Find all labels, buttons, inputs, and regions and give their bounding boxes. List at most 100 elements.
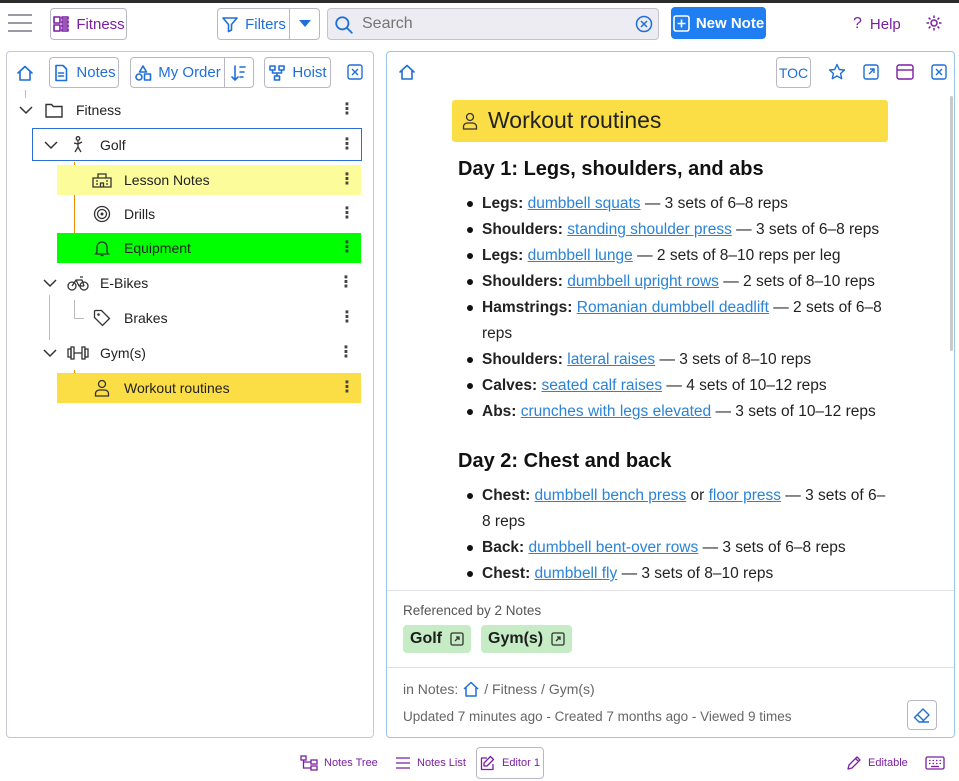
reference-chip-label: Gym(s) — [488, 630, 544, 647]
list-item: Chest: dumbbell bench press or floor pre… — [458, 483, 888, 535]
search-box[interactable] — [327, 8, 659, 40]
chevron-down-icon[interactable] — [44, 140, 58, 150]
exercise-link[interactable]: dumbbell fly — [535, 565, 618, 582]
tree-item-gyms[interactable]: Gym(s) ⋮ — [32, 338, 362, 368]
workspace-button[interactable]: Fitness — [50, 8, 127, 40]
document-icon — [55, 64, 68, 81]
hoist-button[interactable]: Hoist — [264, 57, 331, 88]
filters-label: Filters — [245, 15, 286, 33]
shapes-icon — [135, 64, 152, 81]
exercise-category: Chest: — [482, 487, 531, 504]
editor-scrollbar[interactable] — [950, 96, 953, 351]
more-options-icon[interactable]: ⋮ — [339, 240, 355, 256]
exercise-link[interactable]: Romanian dumbbell deadlift — [577, 299, 769, 316]
exercise-detail: — 3 sets of 6–8 reps — [640, 195, 788, 212]
notes-list-button[interactable]: Notes List — [395, 753, 466, 773]
list-item: Back: dumbbell bent-over rows — 3 sets o… — [458, 535, 888, 561]
more-options-icon[interactable]: ⋮ — [339, 380, 355, 396]
new-note-button[interactable]: New Note — [671, 7, 766, 39]
search-icon — [335, 16, 353, 34]
funnel-icon — [222, 17, 238, 33]
chevron-down-icon[interactable] — [19, 105, 33, 115]
list-item: Legs: dumbbell squats — 3 sets of 6–8 re… — [458, 191, 888, 217]
tree-item-ebikes[interactable]: E-Bikes ⋮ — [32, 268, 362, 298]
exercise-detail: — 4 sets of 10–12 reps — [662, 377, 827, 394]
exercise-category: Legs: — [482, 247, 524, 264]
close-panel-icon[interactable] — [931, 64, 947, 80]
notes-button[interactable]: Notes — [49, 57, 119, 88]
gear-icon[interactable] — [925, 14, 943, 32]
exercise-category: Abs: — [482, 403, 517, 420]
tree-item-workout-routines[interactable]: Workout routines ⋮ — [57, 373, 361, 403]
open-external-icon — [450, 632, 464, 646]
clear-search-icon[interactable] — [635, 15, 653, 33]
star-icon[interactable] — [828, 63, 846, 81]
split-view-icon[interactable] — [896, 64, 914, 80]
more-options-icon[interactable]: ⋮ — [339, 172, 355, 188]
tree-item-equipment[interactable]: Equipment ⋮ — [57, 233, 361, 263]
hamburger-menu-icon[interactable] — [8, 12, 32, 34]
home-icon[interactable] — [462, 680, 480, 698]
filters-dropdown-button[interactable] — [289, 8, 320, 40]
edit-document-icon — [480, 755, 495, 771]
tree-item-fitness[interactable]: Fitness ⋮ — [8, 95, 362, 125]
notes-label: Notes — [76, 64, 116, 81]
editor-tab-button[interactable]: Editor 1 — [476, 747, 544, 779]
home-icon[interactable] — [398, 63, 416, 81]
more-options-icon[interactable]: ⋮ — [339, 137, 355, 153]
exercise-link[interactable]: dumbbell bent-over rows — [529, 539, 699, 556]
filters-button[interactable]: Filters — [217, 8, 290, 40]
exercise-category: Chest: — [482, 565, 531, 582]
path-prefix: in Notes: — [403, 681, 459, 697]
more-options-icon[interactable]: ⋮ — [339, 102, 355, 118]
tree-item-lesson-notes[interactable]: Lesson Notes ⋮ — [57, 165, 361, 195]
tree-home-button[interactable] — [10, 57, 40, 88]
bell-icon — [94, 241, 110, 257]
question-mark-icon: ? — [853, 15, 862, 32]
chevron-down-icon[interactable] — [43, 278, 57, 288]
more-options-icon[interactable]: ⋮ — [338, 345, 354, 361]
exercise-detail: — 2 sets of 8–10 reps per leg — [632, 247, 841, 264]
order-button[interactable]: My Order — [130, 57, 225, 88]
exercise-link[interactable]: crunches with legs elevated — [521, 403, 711, 420]
open-external-icon — [551, 632, 565, 646]
keyboard-icon[interactable] — [925, 756, 945, 770]
more-options-icon[interactable]: ⋮ — [339, 206, 355, 222]
chevron-down-icon[interactable] — [43, 348, 57, 358]
exercise-link[interactable]: dumbbell lunge — [528, 247, 633, 264]
more-options-icon[interactable]: ⋮ — [338, 275, 354, 291]
exercise-link[interactable]: dumbbell bench press — [535, 487, 687, 504]
tree-item-brakes[interactable]: Brakes ⋮ — [57, 303, 361, 333]
sort-direction-button[interactable] — [224, 57, 254, 88]
note-title[interactable]: Workout routines — [452, 100, 888, 142]
folder-icon — [45, 103, 63, 118]
plus-square-icon — [673, 14, 690, 32]
exercise-link[interactable]: dumbbell squats — [528, 195, 641, 212]
exercise-detail: — 3 sets of 10–12 reps — [711, 403, 876, 420]
exercise-link[interactable]: dumbbell upright rows — [567, 273, 719, 290]
toc-button[interactable]: TOC — [776, 57, 811, 88]
section-divider — [387, 667, 954, 668]
tree-item-drills[interactable]: Drills ⋮ — [57, 199, 361, 229]
notes-tree-button[interactable]: Notes Tree — [300, 753, 378, 773]
note-path: in Notes: / Fitness / Gym(s) — [403, 680, 595, 698]
exercise-link[interactable]: standing shoulder press — [567, 221, 732, 238]
more-options-icon[interactable]: ⋮ — [339, 310, 355, 326]
reference-chip-gyms[interactable]: Gym(s) — [481, 625, 573, 653]
reference-chip-golf[interactable]: Golf — [403, 625, 471, 653]
path-breadcrumb[interactable]: / Fitness / Gym(s) — [484, 681, 594, 697]
open-external-icon[interactable] — [863, 64, 879, 80]
tree-item-label: Golf — [100, 137, 126, 153]
tree-item-golf[interactable]: Golf ⋮ — [32, 128, 362, 161]
editable-toggle[interactable]: Editable — [846, 753, 908, 773]
exercise-link[interactable]: lateral raises — [567, 351, 655, 368]
exercise-link[interactable]: seated calf raises — [541, 377, 662, 394]
hoist-label: Hoist — [292, 64, 327, 81]
help-button[interactable]: ? Help — [853, 13, 901, 35]
references-section: Referenced by 2 Notes Golf Gym(s) in Not… — [387, 590, 954, 737]
search-input[interactable] — [362, 13, 622, 35]
exercise-link[interactable]: floor press — [709, 487, 781, 504]
tree-item-label: Workout routines — [124, 380, 230, 396]
eraser-button[interactable] — [907, 700, 937, 730]
close-panel-icon[interactable] — [347, 64, 363, 80]
